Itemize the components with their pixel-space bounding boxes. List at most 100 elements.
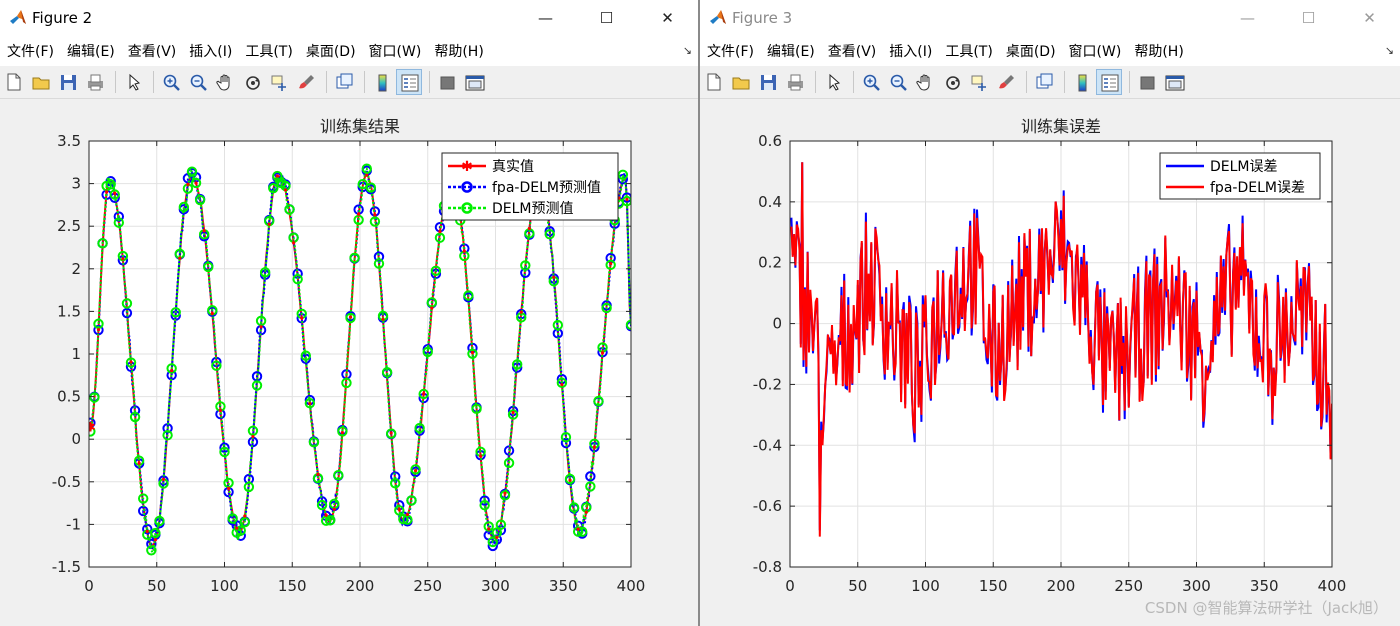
dock-arrow-icon[interactable]: ↘ [1385, 44, 1394, 57]
link-plot-icon[interactable] [332, 70, 356, 94]
true-marker [365, 173, 369, 177]
menu-window[interactable]: 窗口(W) [369, 41, 422, 61]
close-button[interactable]: ✕ [637, 0, 698, 36]
true-marker [259, 325, 263, 329]
toolbar-separator [1129, 71, 1130, 93]
hide-plot-tools-icon[interactable] [435, 70, 459, 94]
true-marker: ✱ [85, 420, 96, 435]
window-title: Figure 3 [732, 9, 793, 27]
legend-label: fpa-DELM误差 [1210, 180, 1305, 196]
menu-edit[interactable]: 编辑(E) [767, 41, 815, 61]
menu-insert[interactable]: 插入(I) [189, 41, 232, 61]
new-file-icon[interactable] [702, 70, 726, 94]
true-marker [389, 431, 393, 435]
pointer-icon[interactable] [821, 70, 845, 94]
rotate-3d-icon[interactable] [940, 70, 964, 94]
true-marker [243, 514, 247, 518]
true-marker [186, 182, 190, 186]
hide-plot-tools-icon[interactable] [1135, 70, 1159, 94]
menu-edit[interactable]: 编辑(E) [67, 41, 115, 61]
menu-bar: 文件(F) 编辑(E) 查看(V) 插入(I) 工具(T) 桌面(D) 窗口(W… [0, 36, 698, 66]
true-marker [251, 434, 255, 439]
menu-tools[interactable]: 工具(T) [945, 41, 992, 61]
menu-window[interactable]: 窗口(W) [1069, 41, 1122, 61]
link-plot-icon[interactable] [1032, 70, 1056, 94]
zoom-out-icon[interactable] [186, 70, 210, 94]
pointer-icon[interactable] [121, 70, 145, 94]
title-bar[interactable]: Figure 3 — ☐ ✕ [700, 0, 1400, 36]
legend[interactable]: ✱ 真实值 fpa-DELM预测值 DELM预测值 [441, 152, 619, 221]
x-tick-label: 250 [1114, 577, 1143, 595]
rotate-3d-icon[interactable] [240, 70, 264, 94]
legend[interactable]: DELM误差 fpa-DELM误差 [1159, 152, 1321, 200]
minimize-button[interactable]: — [1217, 0, 1278, 36]
menu-view[interactable]: 查看(V) [828, 41, 877, 61]
open-file-icon[interactable] [29, 70, 53, 94]
colorbar-icon[interactable] [1070, 70, 1094, 94]
maximize-button[interactable]: ☐ [1278, 0, 1339, 36]
menu-tools[interactable]: 工具(T) [245, 41, 292, 61]
dock-arrow-icon[interactable]: ↘ [683, 44, 692, 57]
chart-title: 训练集误差 [1021, 117, 1101, 136]
legend-label: DELM误差 [1210, 159, 1278, 175]
menu-insert[interactable]: 插入(I) [889, 41, 932, 61]
zoom-in-icon[interactable] [859, 70, 883, 94]
y-tick-label: 3.5 [57, 132, 81, 150]
new-file-icon[interactable] [2, 70, 26, 94]
save-icon[interactable] [756, 70, 780, 94]
true-marker [210, 311, 214, 316]
true-marker [348, 315, 353, 319]
x-tick-label: 0 [785, 577, 795, 595]
save-icon[interactable] [56, 70, 80, 94]
zoom-out-icon[interactable] [886, 70, 910, 94]
true-marker [267, 222, 271, 226]
data-cursor-icon[interactable] [267, 70, 291, 94]
toolbar-separator [153, 71, 154, 93]
figure-2-window: Figure 2 — ☐ ✕ 文件(F) 编辑(E) 查看(V) 插入(I) 工… [0, 0, 698, 626]
true-marker [478, 454, 483, 458]
show-plot-tools-icon[interactable] [1162, 70, 1186, 94]
menu-view[interactable]: 查看(V) [128, 41, 177, 61]
x-tick-label: 50 [848, 577, 867, 595]
title-bar[interactable]: Figure 2 — ☐ ✕ [0, 0, 698, 36]
minimize-button[interactable]: — [515, 0, 576, 36]
legend-icon[interactable] [396, 69, 422, 95]
data-cursor-icon[interactable] [967, 70, 991, 94]
results-chart: ✱ 0 50 100 150 200 250 300 350 400 -1.5 -1 -0.5 0 0.5 1… [52, 117, 646, 595]
open-file-icon[interactable] [729, 70, 753, 94]
true-marker [105, 190, 109, 194]
true-marker [113, 191, 117, 195]
x-tick-label: 300 [481, 577, 510, 595]
true-marker [584, 510, 588, 514]
x-tick-label: 150 [979, 577, 1008, 595]
pan-hand-icon[interactable] [913, 70, 937, 94]
menu-file[interactable]: 文件(F) [7, 41, 54, 61]
true-marker [235, 526, 239, 530]
menu-desktop[interactable]: 桌面(D) [1006, 41, 1056, 61]
colorbar-icon[interactable] [370, 70, 394, 94]
true-marker [316, 472, 320, 476]
y-tick-label: 1.5 [57, 302, 81, 320]
true-marker [121, 257, 125, 261]
x-tick-label: 100 [911, 577, 940, 595]
true-marker [413, 469, 418, 473]
y-tick-label: 0 [71, 430, 81, 448]
brush-icon[interactable] [994, 70, 1018, 94]
menu-help[interactable]: 帮助(H) [434, 41, 483, 61]
print-icon[interactable] [83, 70, 107, 94]
error-chart: 0 50 100 150 200 250 300 350 400 -0.8 -0.6 -0.4 -0.2… [753, 117, 1347, 595]
brush-icon[interactable] [294, 70, 318, 94]
legend-icon[interactable] [1096, 69, 1122, 95]
zoom-in-icon[interactable] [159, 70, 183, 94]
y-tick-label: 2 [71, 260, 81, 278]
pan-hand-icon[interactable] [213, 70, 237, 94]
menu-desktop[interactable]: 桌面(D) [306, 41, 356, 61]
maximize-button[interactable]: ☐ [576, 0, 637, 36]
menu-help[interactable]: 帮助(H) [1134, 41, 1183, 61]
true-marker [576, 527, 580, 531]
print-icon[interactable] [783, 70, 807, 94]
menu-file[interactable]: 文件(F) [707, 41, 754, 61]
true-marker [178, 256, 182, 260]
show-plot-tools-icon[interactable] [462, 70, 486, 94]
close-button[interactable]: ✕ [1339, 0, 1400, 36]
